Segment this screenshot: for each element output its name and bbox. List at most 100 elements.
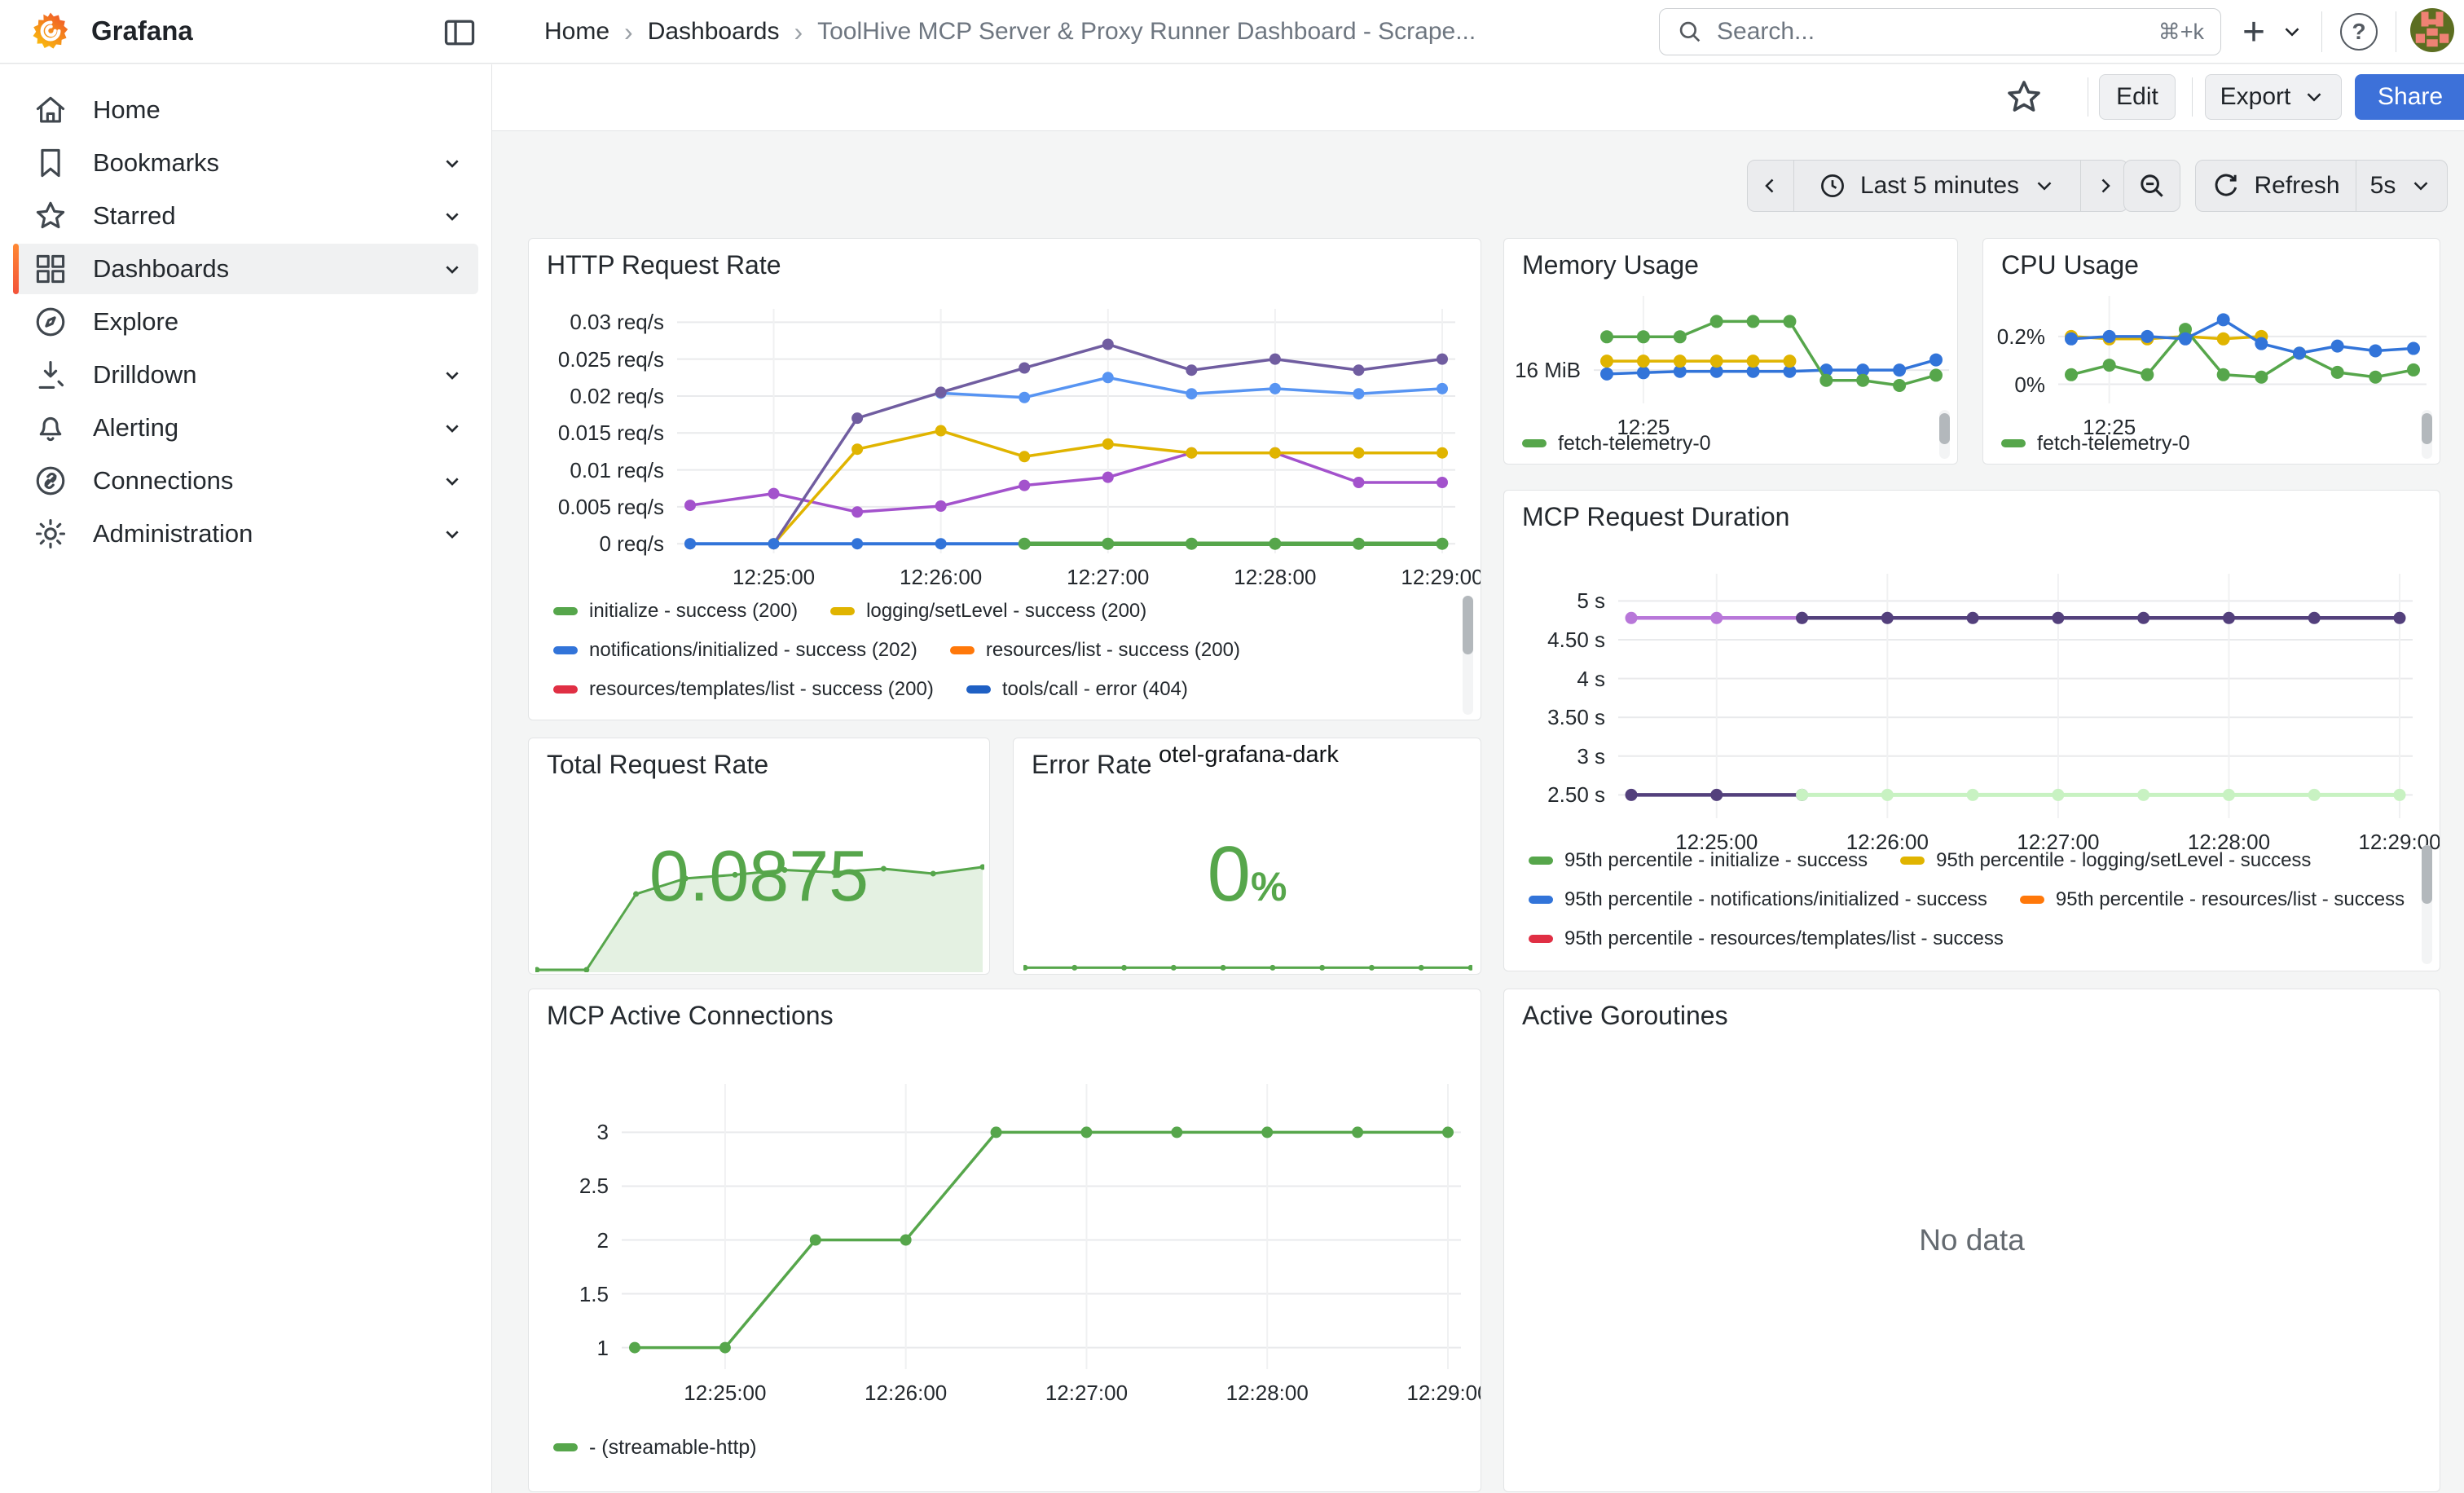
sidebar-item-drilldown[interactable]: Drilldown	[13, 350, 478, 400]
help-button[interactable]: ?	[2340, 11, 2378, 52]
y-axis-tick: 3	[540, 1120, 609, 1145]
panel-title[interactable]: Memory Usage	[1522, 250, 1699, 280]
legend-item[interactable]: tools/list - success (200)	[837, 715, 1082, 720]
legend-item[interactable]: - (streamable-http)	[553, 1434, 757, 1461]
time-range-picker[interactable]: Last 5 minutes	[1793, 161, 2080, 211]
share-button[interactable]: Share	[2355, 74, 2464, 120]
panel-title[interactable]: MCP Request Duration	[1522, 502, 1789, 532]
panel-title[interactable]: Active Goroutines	[1522, 1001, 1728, 1031]
x-axis-tick: 12:27:00	[1039, 565, 1177, 590]
legend-scrollbar[interactable]	[1939, 410, 1950, 459]
time-forward-button[interactable]	[2080, 161, 2127, 211]
favorite-star-icon[interactable]	[2004, 77, 2044, 117]
datasource-overlay-label: otel-grafana-dark	[1159, 742, 1339, 769]
memory-usage-chart[interactable]: 16 MiB 12:25	[1511, 289, 1952, 429]
mcp-request-duration-chart[interactable]: 5 s4.50 s4 s3.50 s3 s2.50 s 12:25:0012:2…	[1514, 562, 2431, 888]
sidebar-item-label: Starred	[93, 201, 439, 231]
breadcrumb-item[interactable]: Home	[544, 18, 609, 46]
legend-item[interactable]: tools/call - success (200)	[553, 715, 804, 720]
y-axis-tick: 0%	[1990, 372, 2045, 398]
compass-icon	[33, 304, 68, 340]
sidebar-item-explore[interactable]: Explore	[13, 297, 478, 347]
sidebar-item-bookmarks[interactable]: Bookmarks	[13, 138, 478, 188]
drilldown-icon	[33, 357, 68, 393]
sidebar-item-label: Explore	[93, 307, 465, 337]
panel-title[interactable]: Error Rate	[1032, 750, 1152, 780]
search-input[interactable]: Search... ⌘+k	[1659, 8, 2221, 55]
legend-item[interactable]: 95th percentile - resources/templates/li…	[1529, 925, 2004, 953]
x-axis-tick: 12:25:00	[705, 565, 843, 590]
toolbar-divider	[2192, 77, 2193, 117]
edit-button[interactable]: Edit	[2099, 74, 2176, 120]
legend-swatch	[2001, 439, 2026, 447]
y-axis-tick: 0.03 req/s	[539, 310, 664, 335]
legend-item[interactable]: fetch-telemetry-0	[2001, 429, 2190, 457]
refresh-button[interactable]: Refresh	[2196, 161, 2356, 211]
cpu-legend: fetch-telemetry-0	[2001, 429, 2360, 457]
legend-scrollbar[interactable]	[2422, 845, 2432, 964]
brand: Grafana	[29, 10, 193, 52]
sidebar-item-dashboards[interactable]: Dashboards	[13, 244, 478, 294]
sidebar-item-connections[interactable]: Connections	[13, 456, 478, 506]
panel-memory-usage: Memory Usage 16 MiB 12:25 fetch-telemetr…	[1503, 238, 1958, 465]
home-icon	[33, 92, 68, 128]
legend-item[interactable]: initialize - success (200)	[553, 597, 798, 625]
legend-label: - (streamable-http)	[589, 1436, 757, 1460]
sidebar-toggle-icon[interactable]	[442, 15, 477, 51]
breadcrumb-item[interactable]: Dashboards	[648, 18, 780, 46]
panel-mcp-request-duration: MCP Request Duration 5 s4.50 s4 s3.50 s3…	[1503, 490, 2440, 971]
add-chevron-icon[interactable]	[2280, 11, 2304, 52]
sidebar-item-home[interactable]: Home	[13, 85, 478, 135]
legend-item[interactable]: unknown - success (200)	[1115, 715, 1369, 720]
sidebar-item-starred[interactable]: Starred	[13, 191, 478, 241]
legend-scrollbar[interactable]	[2422, 410, 2432, 459]
panel-title[interactable]: HTTP Request Rate	[547, 250, 781, 280]
legend-item[interactable]: logging/setLevel - success (200)	[830, 597, 1146, 625]
legend-label: resources/list - success (200)	[986, 639, 1240, 662]
sidebar-item-alerting[interactable]: Alerting	[13, 403, 478, 453]
sidebar-nav: HomeBookmarks Starred Dashboards Explore Dri…	[0, 64, 492, 1493]
x-axis-tick: 12:29:00	[1373, 565, 1481, 590]
legend-item[interactable]: resources/templates/list - success (200)	[553, 676, 934, 703]
panel-title[interactable]: Total Request Rate	[547, 750, 768, 780]
panel-title[interactable]: CPU Usage	[2001, 250, 2139, 280]
link-icon	[33, 463, 68, 499]
legend-label: unknown - success (200)	[1151, 717, 1369, 720]
legend-scrollbar[interactable]	[1463, 596, 1473, 715]
y-axis-tick: 0.02 req/s	[539, 384, 664, 409]
export-button[interactable]: Export	[2205, 74, 2342, 120]
connections-legend: - (streamable-http)	[553, 1434, 1433, 1461]
http-request-rate-chart[interactable]: 0.03 req/s0.025 req/s0.02 req/s0.015 req…	[539, 297, 1472, 623]
legend-item[interactable]: 95th percentile - logging/setLevel - suc…	[1900, 847, 2311, 874]
panel-http-request-rate: HTTP Request Rate 0.03 req/s0.025 req/s0…	[528, 238, 1481, 720]
legend-item[interactable]: 95th percentile - resources/list - succe…	[2020, 886, 2405, 914]
refresh-interval-dropdown[interactable]: 5s	[2356, 161, 2447, 211]
panel-title[interactable]: MCP Active Connections	[547, 1001, 834, 1031]
legend-item[interactable]: notifications/initialized - success (202…	[553, 636, 917, 664]
legend-label: fetch-telemetry-0	[1558, 432, 1711, 456]
sidebar-item-administration[interactable]: Administration	[13, 509, 478, 559]
sidebar-item-label: Administration	[93, 519, 439, 548]
legend-item[interactable]: resources/list - success (200)	[950, 636, 1240, 664]
y-axis-tick: 2.5	[540, 1174, 609, 1199]
zoom-out-button[interactable]	[2124, 161, 2180, 211]
avatar[interactable]	[2410, 10, 2454, 51]
x-axis-tick: 12:28:00	[1206, 565, 1344, 590]
legend-item[interactable]: tools/call - error (404)	[966, 676, 1188, 703]
chevron-down-icon	[2409, 174, 2433, 198]
time-back-button[interactable]	[1748, 161, 1793, 211]
mcp-active-connections-chart[interactable]: 32.521.51 12:25:0012:26:0012:27:0012:28:…	[540, 1068, 1474, 1451]
y-axis-tick: 0.015 req/s	[539, 421, 664, 446]
cpu-usage-chart[interactable]: 0.2%0% 12:25	[1990, 289, 2435, 429]
panel-active-goroutines: Active Goroutines No data	[1503, 989, 2440, 1492]
x-axis-tick: 12:26:00	[837, 1381, 975, 1406]
legend-item[interactable]: 95th percentile - initialize - success	[1529, 847, 1868, 874]
legend-item[interactable]: 95th percentile - notifications/initiali…	[1529, 886, 1987, 914]
chevron-left-icon	[1758, 174, 1783, 198]
help-icon: ?	[2340, 13, 2378, 51]
y-axis-tick: 0 req/s	[539, 531, 664, 557]
panel-total-request-rate: Total Request Rate 0.0875	[528, 738, 990, 975]
chevron-down-icon	[439, 362, 465, 388]
add-button[interactable]: +	[2242, 11, 2265, 52]
legend-item[interactable]: fetch-telemetry-0	[1522, 429, 1711, 457]
